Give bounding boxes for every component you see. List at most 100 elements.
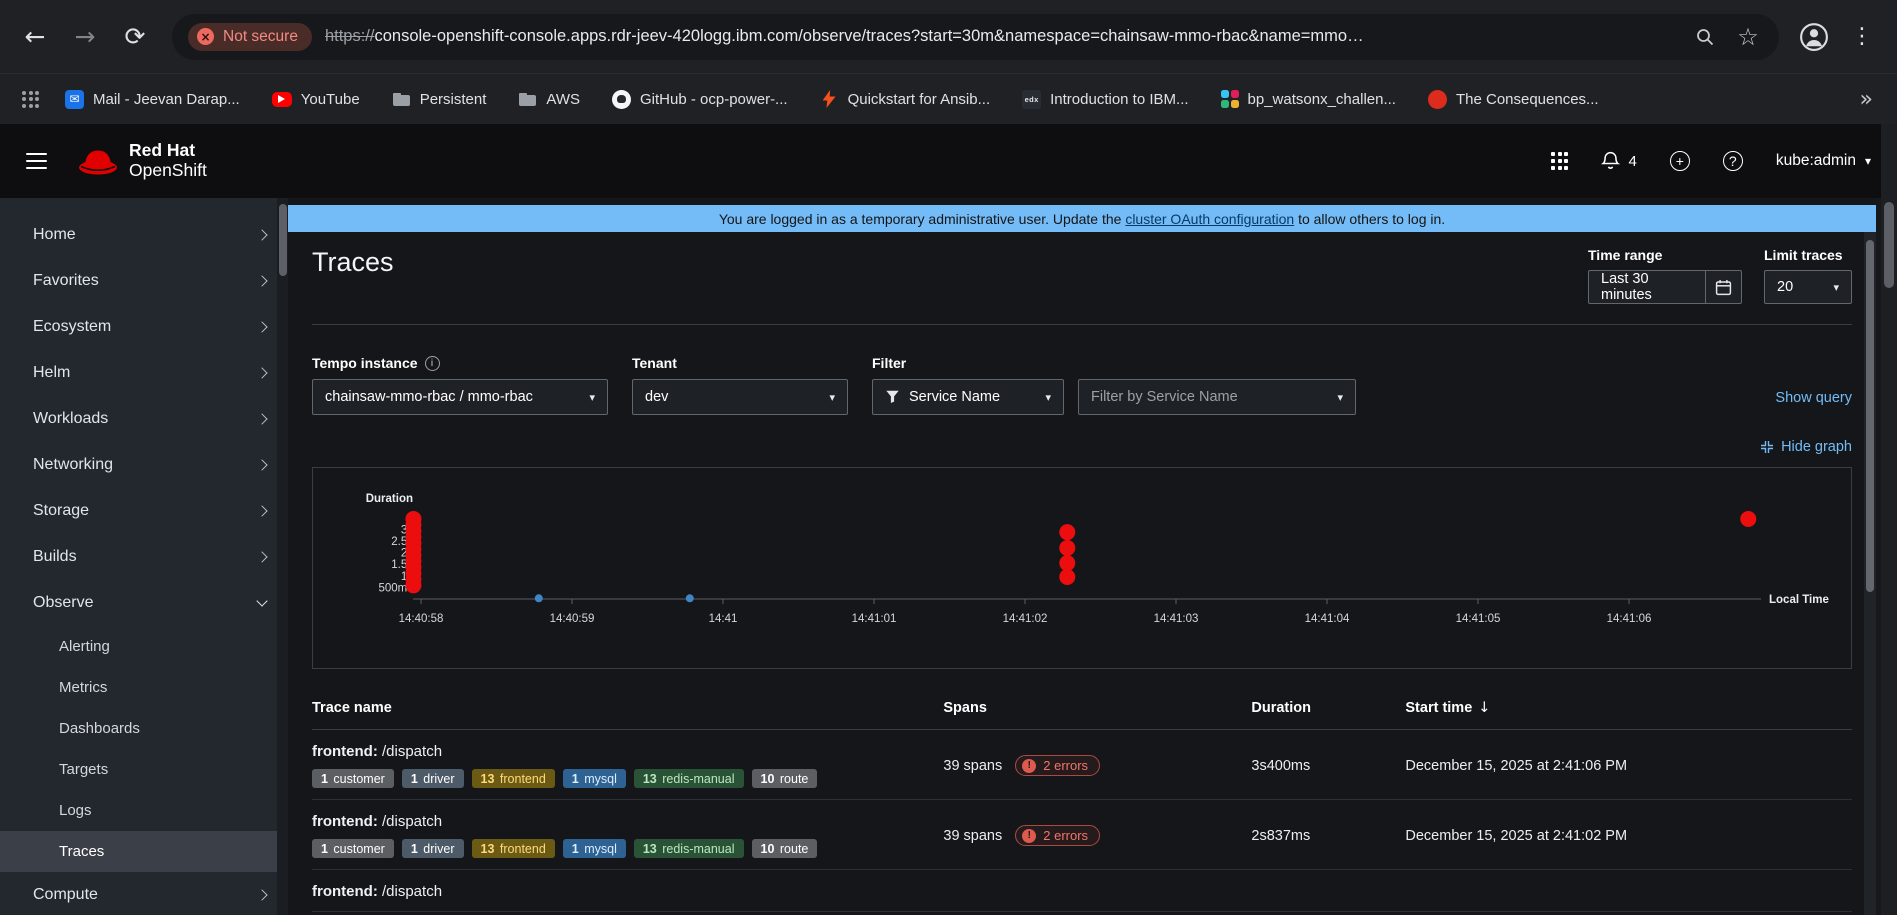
apps-grid-icon[interactable]: [22, 91, 39, 108]
trace-point[interactable]: [1740, 511, 1756, 527]
sidebar-item-observe[interactable]: Observe: [0, 580, 288, 626]
trace-name-link[interactable]: frontend: /dispatch: [312, 883, 943, 900]
service-tag: 1 mysql: [563, 839, 626, 858]
sidebar-item-dashboards[interactable]: Dashboards: [0, 708, 288, 749]
sidebar-item-builds[interactable]: Builds: [0, 534, 288, 580]
trace-point[interactable]: [405, 577, 421, 593]
service-tags: 1 customer1 driver13 frontend1 mysql13 r…: [312, 839, 943, 858]
bookmark-item[interactable]: Persistent: [380, 84, 499, 115]
filter-value-placeholder: Filter by Service Name: [1091, 389, 1238, 405]
brand-logo[interactable]: Red Hat OpenShift: [77, 141, 207, 180]
errors-label: 2 errors: [1043, 758, 1088, 773]
chevron-down-icon: ▾: [829, 391, 835, 404]
bookmark-star-icon[interactable]: ☆: [1733, 23, 1763, 51]
sidebar-item-traces[interactable]: Traces: [0, 831, 288, 872]
traces-table: Trace name Spans Duration Start time↓ fr…: [312, 691, 1852, 912]
folder-favicon-icon: [392, 90, 411, 109]
sidebar-item-workloads[interactable]: Workloads: [0, 396, 288, 442]
header-divider: [312, 324, 1852, 325]
table-row[interactable]: frontend: /dispatch: [312, 870, 1852, 912]
not-secure-badge[interactable]: × Not secure: [188, 23, 312, 51]
trace-point[interactable]: [1059, 540, 1075, 556]
help-button[interactable]: ?: [1723, 151, 1743, 171]
content-scrollbar[interactable]: [1864, 232, 1876, 915]
bookmark-label: Persistent: [420, 91, 487, 108]
trace-start-time: December 15, 2025 at 2:41:06 PM: [1405, 758, 1852, 774]
filter-type-select[interactable]: Service Name ▾: [872, 379, 1064, 415]
header-start-time[interactable]: Start time↓: [1405, 700, 1852, 716]
trace-point[interactable]: [1059, 569, 1075, 585]
browser-scrollbar[interactable]: [1881, 124, 1897, 915]
sidebar-item-metrics[interactable]: Metrics: [0, 667, 288, 708]
brand-line1: Red Hat: [129, 141, 207, 161]
bookmark-item[interactable]: AWS: [506, 84, 592, 115]
bookmark-label: bp_watsonx_challen...: [1248, 91, 1396, 108]
bookmark-item[interactable]: YouTube: [260, 85, 372, 114]
filter-value-select[interactable]: Filter by Service Name ▾: [1078, 379, 1356, 415]
bookmark-item[interactable]: edxIntroduction to IBM...: [1010, 84, 1200, 115]
not-secure-label: Not secure: [223, 28, 298, 46]
bookmark-label: The Consequences...: [1456, 91, 1599, 108]
trace-point[interactable]: [686, 594, 694, 602]
hide-graph-link[interactable]: Hide graph: [1781, 439, 1852, 455]
content-scrollbar-thumb[interactable]: [1866, 240, 1874, 592]
sidebar-item-alerting[interactable]: Alerting: [0, 626, 288, 667]
trace-point[interactable]: [1059, 524, 1075, 540]
header-trace-name[interactable]: Trace name: [312, 700, 943, 716]
bookmark-item[interactable]: GitHub - ocp-power-...: [600, 84, 800, 115]
chevron-right-icon: [256, 505, 267, 516]
sidebar-item-home[interactable]: Home: [0, 212, 288, 258]
sidebar-scrollbar[interactable]: [277, 198, 288, 915]
nav-toggle-icon[interactable]: [26, 153, 47, 170]
trace-point[interactable]: [1059, 555, 1075, 571]
edx-favicon-icon: edx: [1022, 90, 1041, 109]
app-launcher-icon[interactable]: [1551, 152, 1569, 170]
browser-scrollbar-thumb[interactable]: [1884, 202, 1894, 288]
table-row[interactable]: frontend: /dispatch1 customer1 driver13 …: [312, 730, 1852, 800]
bolt-favicon-icon: [820, 90, 839, 109]
bookmark-item[interactable]: Quickstart for Ansib...: [808, 84, 1003, 115]
oauth-config-link[interactable]: cluster OAuth configuration: [1125, 211, 1294, 227]
forward-button[interactable]: →: [62, 14, 108, 60]
user-menu[interactable]: kube:admin ▾: [1776, 152, 1871, 170]
limit-traces-dropdown[interactable]: 20 ▾: [1764, 270, 1852, 304]
show-query-link[interactable]: Show query: [1775, 390, 1852, 406]
sidebar-item-storage[interactable]: Storage: [0, 488, 288, 534]
reload-button[interactable]: ⟳: [112, 14, 158, 60]
table-row[interactable]: frontend: /dispatch 1 customer1 driver13 …: [312, 800, 1852, 870]
tenant-select[interactable]: dev ▾: [632, 379, 848, 415]
header-duration[interactable]: Duration: [1251, 700, 1405, 716]
kebab-menu-icon: ⋮: [1851, 24, 1873, 49]
header-spans[interactable]: Spans: [943, 700, 1251, 716]
sidebar-item-logs[interactable]: Logs: [0, 790, 288, 831]
sidebar-item-networking[interactable]: Networking: [0, 442, 288, 488]
add-button[interactable]: +: [1670, 151, 1690, 171]
back-button[interactable]: ←: [12, 14, 58, 60]
address-bar[interactable]: × Not secure https://console-openshift-c…: [172, 14, 1779, 60]
trace-name-link[interactable]: frontend: /dispatch: [312, 743, 943, 760]
url-text: https://console-openshift-console.apps.r…: [325, 27, 1677, 46]
sidebar-item-helm[interactable]: Helm: [0, 350, 288, 396]
trace-point[interactable]: [535, 594, 543, 602]
bookmark-item[interactable]: ✉Mail - Jeevan Darap...: [53, 84, 252, 115]
profile-avatar[interactable]: [1793, 16, 1835, 58]
sidebar-item-targets[interactable]: Targets: [0, 749, 288, 790]
bookmark-item[interactable]: bp_watsonx_challen...: [1209, 84, 1408, 114]
bookmarks-overflow-icon[interactable]: »: [1850, 87, 1883, 112]
time-range-dropdown[interactable]: Last 30 minutes: [1588, 270, 1742, 304]
tempo-instance-select[interactable]: chainsaw-mmo-rbac / mmo-rbac ▾: [312, 379, 608, 415]
chevron-down-icon: ▾: [1865, 154, 1871, 168]
trace-name-link[interactable]: frontend: /dispatch: [312, 813, 943, 830]
chevron-down-icon: ▾: [1833, 281, 1839, 294]
bookmark-item[interactable]: The Consequences...: [1416, 84, 1611, 115]
notifications-button[interactable]: 4: [1601, 151, 1636, 171]
sidebar-item-compute[interactable]: Compute: [0, 872, 288, 915]
zoom-icon[interactable]: [1690, 27, 1720, 47]
sidebar-scrollbar-thumb[interactable]: [279, 204, 287, 276]
info-icon[interactable]: i: [425, 356, 440, 371]
filter-bar: Tempo instancei chainsaw-mmo-rbac / mmo-…: [312, 355, 1852, 415]
sidebar-item-favorites[interactable]: Favorites: [0, 258, 288, 304]
sidebar-item-ecosystem[interactable]: Ecosystem: [0, 304, 288, 350]
browser-menu-button[interactable]: ⋮: [1839, 14, 1885, 60]
calendar-icon[interactable]: [1705, 271, 1741, 303]
